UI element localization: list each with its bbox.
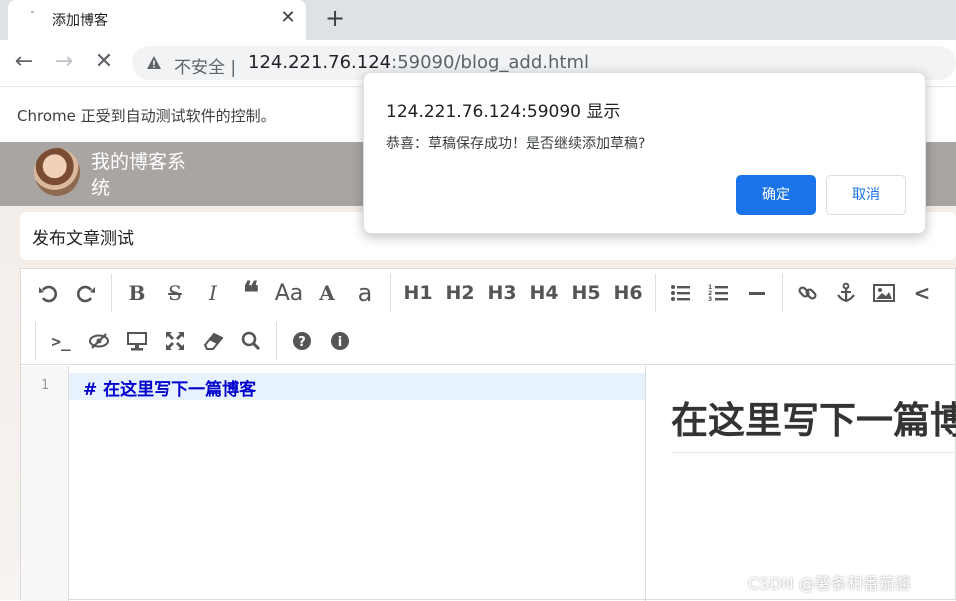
markdown-preview-pane: 在这里写下一篇博客 — [647, 366, 956, 601]
help-icon[interactable]: ? — [283, 326, 321, 356]
markdown-line[interactable]: # 在这里写下一篇博客 — [83, 375, 256, 400]
image-icon[interactable] — [865, 278, 903, 308]
tab-strip: 添加博客 ✕ + — [0, 0, 956, 40]
ordered-list-icon[interactable]: 123 — [700, 278, 738, 308]
tab-title: 添加博客 — [52, 13, 108, 29]
eye-slash-icon[interactable] — [80, 326, 118, 356]
toolbar-divider — [782, 274, 783, 312]
unordered-list-icon[interactable] — [662, 278, 700, 308]
ok-button[interactable]: 确定 — [736, 175, 816, 215]
infobar-text: Chrome 正受到自动测试软件的控制。 — [17, 107, 276, 125]
toolbar-divider — [276, 322, 277, 360]
security-status[interactable]: 不安全 | — [174, 53, 236, 78]
bold-icon[interactable]: B — [118, 278, 156, 308]
link-icon[interactable] — [789, 278, 827, 308]
redo-icon[interactable] — [67, 278, 105, 308]
undo-icon[interactable] — [29, 278, 67, 308]
editor-toolbar: B S I ❝ Aa A a H1 H2 H3 H4 H5 H6 123 < >… — [21, 269, 956, 365]
strikethrough-icon[interactable]: S — [156, 278, 194, 308]
preview-heading: 在这里写下一篇博客 — [671, 399, 956, 442]
terminal-icon[interactable]: >_ — [42, 326, 80, 356]
confirm-dialog: 124.221.76.124:59090 显示 恭喜：草稿保存成功！是否继续添加… — [363, 72, 926, 234]
heading-6-button[interactable]: H6 — [607, 278, 649, 308]
browser-tab[interactable]: 添加博客 ✕ — [8, 0, 306, 40]
back-icon[interactable]: ← — [11, 50, 37, 76]
toolbar-divider — [111, 274, 112, 312]
quote-icon[interactable]: ❝ — [232, 276, 270, 311]
line-gutter: 1 — [21, 366, 69, 601]
preview-divider — [671, 452, 956, 453]
warning-icon — [147, 56, 161, 69]
svg-text:i: i — [338, 335, 342, 350]
code-icon[interactable]: < — [903, 278, 941, 308]
svg-text:?: ? — [298, 335, 306, 350]
fullscreen-icon[interactable] — [156, 326, 194, 356]
markdown-editor: B S I ❝ Aa A a H1 H2 H3 H4 H5 H6 123 < >… — [20, 268, 956, 601]
heading-4-button[interactable]: H4 — [523, 278, 565, 308]
url-text[interactable]: 124.221.76.124:59090/blog_add.html — [248, 52, 589, 73]
close-tab-icon[interactable]: ✕ — [278, 8, 298, 28]
toolbar-divider — [35, 322, 36, 360]
markdown-input-pane[interactable]: 1 # 在这里写下一篇博客 — [21, 366, 646, 601]
toolbar-divider — [390, 274, 391, 312]
svg-text:3: 3 — [708, 296, 712, 303]
font-size-button[interactable]: Aa — [270, 278, 308, 308]
dialog-title: 124.221.76.124:59090 显示 — [386, 102, 621, 122]
heading-5-button[interactable]: H5 — [565, 278, 607, 308]
eraser-icon[interactable] — [194, 326, 232, 356]
desktop-icon[interactable] — [118, 326, 156, 356]
heading-3-button[interactable]: H3 — [481, 278, 523, 308]
anchor-icon[interactable] — [827, 278, 865, 308]
uppercase-button[interactable]: A — [308, 278, 346, 308]
avatar — [34, 148, 80, 196]
dialog-message: 恭喜：草稿保存成功！是否继续添加草稿? — [386, 136, 646, 152]
line-number: 1 — [41, 378, 49, 393]
watermark: CSDN @薯条和番茄酱 — [748, 574, 911, 593]
toolbar-row-1: B S I ❝ Aa A a H1 H2 H3 H4 H5 H6 123 < — [29, 269, 941, 317]
site-title: 我的博客系统 — [91, 151, 187, 199]
search-icon[interactable] — [232, 326, 270, 356]
info-icon[interactable]: i — [321, 326, 359, 356]
stop-loading-icon[interactable]: ✕ — [91, 50, 117, 76]
lowercase-button[interactable]: a — [346, 278, 384, 308]
forward-icon[interactable]: → — [51, 50, 77, 76]
toolbar-divider — [655, 274, 656, 312]
toolbar-row-2: >_ ? i — [35, 317, 359, 365]
loading-icon — [31, 11, 34, 13]
heading-2-button[interactable]: H2 — [439, 278, 481, 308]
url-path: :59090/blog_add.html — [391, 52, 589, 73]
heading-1-button[interactable]: H1 — [397, 278, 439, 308]
horizontal-rule-icon[interactable] — [738, 278, 776, 308]
new-tab-button[interactable]: + — [322, 6, 348, 32]
url-host: 124.221.76.124 — [248, 52, 392, 73]
cancel-button[interactable]: 取消 — [826, 175, 906, 215]
italic-icon[interactable]: I — [194, 278, 232, 308]
